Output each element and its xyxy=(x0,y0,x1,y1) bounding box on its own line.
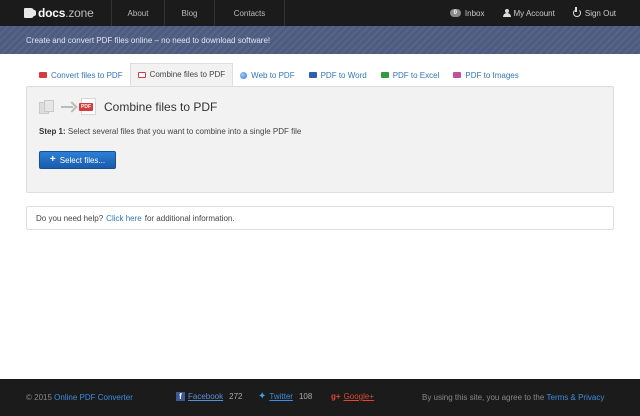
inbox-count-badge: 0 xyxy=(449,9,461,17)
tagline-banner: Create and convert PDF files online – no… xyxy=(0,26,640,54)
nav-about-link[interactable]: About xyxy=(112,0,165,26)
help-text-before: Do you need help? xyxy=(36,213,104,223)
power-icon xyxy=(572,7,581,17)
tab-pdf-to-word[interactable]: PDF to Word xyxy=(302,64,374,86)
tab-label: PDF to Word xyxy=(320,70,367,80)
tab-pdf-to-excel[interactable]: PDF to Excel xyxy=(374,64,447,86)
tab-label: PDF to Images xyxy=(465,70,519,80)
help-text-after: for additional information. xyxy=(144,213,235,223)
inbox-link[interactable]: 0 Inbox xyxy=(441,0,494,26)
help-box: Do you need help? Click here for additio… xyxy=(26,206,614,230)
word-icon xyxy=(308,72,317,78)
twitter-link[interactable]: Twitter xyxy=(269,392,293,401)
combine-icon xyxy=(137,71,146,78)
twitter-icon: ✦ xyxy=(258,390,267,402)
tagline-text: Create and convert PDF files online – no… xyxy=(26,35,271,45)
terms-text: By using this site, you agree to the xyxy=(422,393,545,402)
step-label: Step 1: xyxy=(39,127,66,136)
tab-label: Convert files to PDF xyxy=(51,70,123,80)
brand-logo[interactable]: docs.zone xyxy=(0,0,112,26)
top-navbar: docs.zone About Blog Contacts 0 Inbox My… xyxy=(0,0,640,26)
google-plus-link[interactable]: Google+ xyxy=(344,392,374,401)
facebook-icon: f xyxy=(176,392,185,401)
brand-name: docs xyxy=(38,6,66,20)
facebook-share: f Facebook 272 xyxy=(176,392,243,401)
tab-label: PDF to Excel xyxy=(392,70,440,80)
nav-right-group: 0 Inbox My Account Sign Out xyxy=(441,0,640,26)
copyright-text: © 2015 xyxy=(26,393,52,402)
documents-icon xyxy=(39,99,57,114)
panel-title: Combine files to PDF xyxy=(104,99,218,114)
tab-convert-files-to-pdf[interactable]: Convert files to PDF xyxy=(32,64,130,86)
select-files-label: Select files... xyxy=(59,155,106,165)
nav-contacts-link[interactable]: Contacts xyxy=(215,0,285,26)
terms-privacy-link[interactable]: Terms & Privacy xyxy=(547,393,605,402)
docs-logo-icon xyxy=(24,8,36,18)
plus-icon: + xyxy=(49,154,56,165)
facebook-count: 272 xyxy=(229,392,243,401)
tab-label: Combine files to PDF xyxy=(149,70,226,79)
combine-panel: PDF Combine files to PDF Step 1: Select … xyxy=(26,86,614,193)
pdf-badge: PDF xyxy=(79,103,93,111)
sign-out-label: Sign Out xyxy=(584,8,616,18)
page-footer: © 2015 Online PDF Converter f Facebook 2… xyxy=(0,379,640,416)
inbox-label: Inbox xyxy=(464,8,485,18)
step-text: Select several files that you want to co… xyxy=(67,127,302,136)
twitter-count: 108 xyxy=(298,392,313,401)
pdf-document-icon: PDF xyxy=(79,98,96,115)
globe-icon xyxy=(240,71,248,79)
arrow-right-icon xyxy=(61,102,77,112)
tab-pdf-to-images[interactable]: PDF to Images xyxy=(446,64,525,86)
excel-icon xyxy=(380,72,389,78)
twitter-share: ✦ Twitter 108 xyxy=(258,390,313,402)
select-files-button[interactable]: + Select files... xyxy=(39,151,116,169)
my-account-label: My Account xyxy=(513,8,555,18)
google-plus-icon: g+ xyxy=(331,392,341,401)
footer-copyright: © 2015 Online PDF Converter xyxy=(26,393,133,402)
nav-blog-link[interactable]: Blog xyxy=(165,0,215,26)
tab-web-to-pdf[interactable]: Web to PDF xyxy=(233,64,301,86)
my-account-link[interactable]: My Account xyxy=(494,0,564,26)
user-icon xyxy=(502,9,511,17)
tab-label: Web to PDF xyxy=(251,70,295,80)
help-click-here-link[interactable]: Click here xyxy=(106,214,142,223)
facebook-link[interactable]: Facebook xyxy=(188,392,223,401)
panel-header: PDF Combine files to PDF xyxy=(39,98,217,115)
brand-suffix: .zone xyxy=(65,6,94,20)
sign-out-link[interactable]: Sign Out xyxy=(564,0,640,26)
footer-terms: By using this site, you agree to the Ter… xyxy=(422,393,604,402)
pdf-icon xyxy=(39,72,47,78)
google-plus-share: g+ Google+ xyxy=(331,392,374,401)
tab-combine-files-to-pdf[interactable]: Combine files to PDF xyxy=(129,63,234,86)
images-icon xyxy=(453,72,462,78)
footer-site-link[interactable]: Online PDF Converter xyxy=(54,393,133,402)
converter-tabs: Convert files to PDF Combine files to PD… xyxy=(32,63,526,86)
step-instruction: Step 1: Select several files that you wa… xyxy=(39,127,301,136)
